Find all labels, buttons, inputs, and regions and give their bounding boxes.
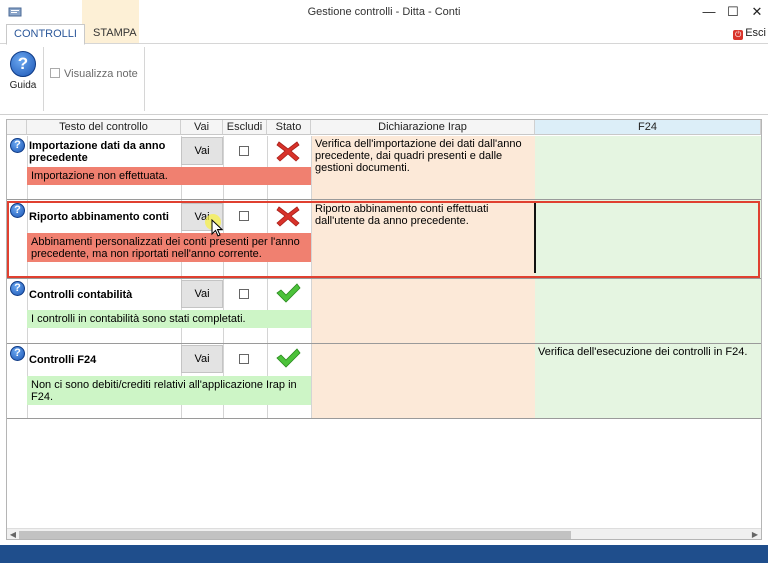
irap-cell: Verifica dell'importazione dei dati dall… <box>315 138 522 174</box>
close-button[interactable]: ✕ <box>746 2 768 22</box>
escludi-checkbox[interactable] <box>239 289 249 299</box>
scroll-right-icon[interactable]: ▶ <box>749 529 761 539</box>
selected-row-highlight <box>7 201 760 278</box>
esci-label: Esci <box>745 27 766 39</box>
header-vai: Vai <box>181 120 223 135</box>
row-divider <box>7 278 761 279</box>
help-icon[interactable]: ? <box>10 281 25 296</box>
tab-stampa[interactable]: STAMPA <box>86 24 144 44</box>
visualizza-note-label: Visualizza note <box>64 68 138 80</box>
scrollbar-thumb[interactable] <box>19 531 571 539</box>
visualizza-note-toggle[interactable]: Visualizza note <box>50 68 138 80</box>
maximize-button[interactable]: ☐ <box>722 2 744 22</box>
header-irap: Dichiarazione Irap <box>311 120 535 135</box>
controls-grid: Testo del controllo Vai Escludi Stato Di… <box>6 119 762 540</box>
tab-controlli[interactable]: CONTROLLI <box>6 24 85 45</box>
header-testo: Testo del controllo <box>27 120 181 135</box>
row-title: Controlli F24 <box>29 354 97 366</box>
vai-button[interactable]: Vai <box>181 345 223 373</box>
visualizza-note-checkbox[interactable] <box>50 68 60 78</box>
f24-cell: Verifica dell'esecuzione dei controlli i… <box>538 346 748 358</box>
header-spacer <box>7 120 27 135</box>
header-escludi: Escludi <box>223 120 267 135</box>
green-check-icon <box>276 348 301 368</box>
ribbon-panel: ? Guida Visualizza note <box>0 45 768 115</box>
guida-label: Guida <box>9 80 37 91</box>
help-icon[interactable]: ? <box>10 138 25 153</box>
exit-icon: ⏻ <box>733 30 744 40</box>
help-icon: ? <box>10 51 36 77</box>
ribbon-separator <box>43 47 44 111</box>
status-note: Non ci sono debiti/crediti relativi all'… <box>27 376 311 405</box>
row-title: Importazione dati da anno precedente <box>29 140 166 164</box>
vai-button[interactable]: Vai <box>181 137 223 165</box>
header-f24: F24 <box>535 120 761 135</box>
empty-grid-area <box>7 419 761 528</box>
minimize-button[interactable]: — <box>698 2 720 22</box>
taskbar-strip <box>0 545 768 563</box>
vai-button[interactable]: Vai <box>181 280 223 308</box>
escludi-checkbox[interactable] <box>239 354 249 364</box>
ribbon-separator <box>144 47 145 111</box>
help-icon[interactable]: ? <box>10 346 25 361</box>
main-window: Gestione controlli - Ditta - Conti — ☐ ✕… <box>0 0 768 545</box>
horizontal-scrollbar[interactable]: ◀ ▶ <box>7 528 761 539</box>
ribbon-tab-bar: CONTROLLI STAMPA ⏻ Esci <box>0 0 768 45</box>
status-note: Importazione non effettuata. <box>27 167 311 185</box>
row-title: Controlli contabilità <box>29 289 133 301</box>
escludi-checkbox[interactable] <box>239 146 249 156</box>
green-check-icon <box>276 283 301 303</box>
red-x-icon <box>276 141 300 162</box>
esci-button[interactable]: ⏻ Esci <box>733 27 766 40</box>
mouse-cursor-icon <box>205 214 224 237</box>
status-note: I controlli in contabilità sono stati co… <box>27 310 311 328</box>
scroll-left-icon[interactable]: ◀ <box>7 529 19 539</box>
row-divider <box>7 199 761 200</box>
header-stato: Stato <box>267 120 311 135</box>
guida-button[interactable]: ? Guida <box>6 51 40 91</box>
